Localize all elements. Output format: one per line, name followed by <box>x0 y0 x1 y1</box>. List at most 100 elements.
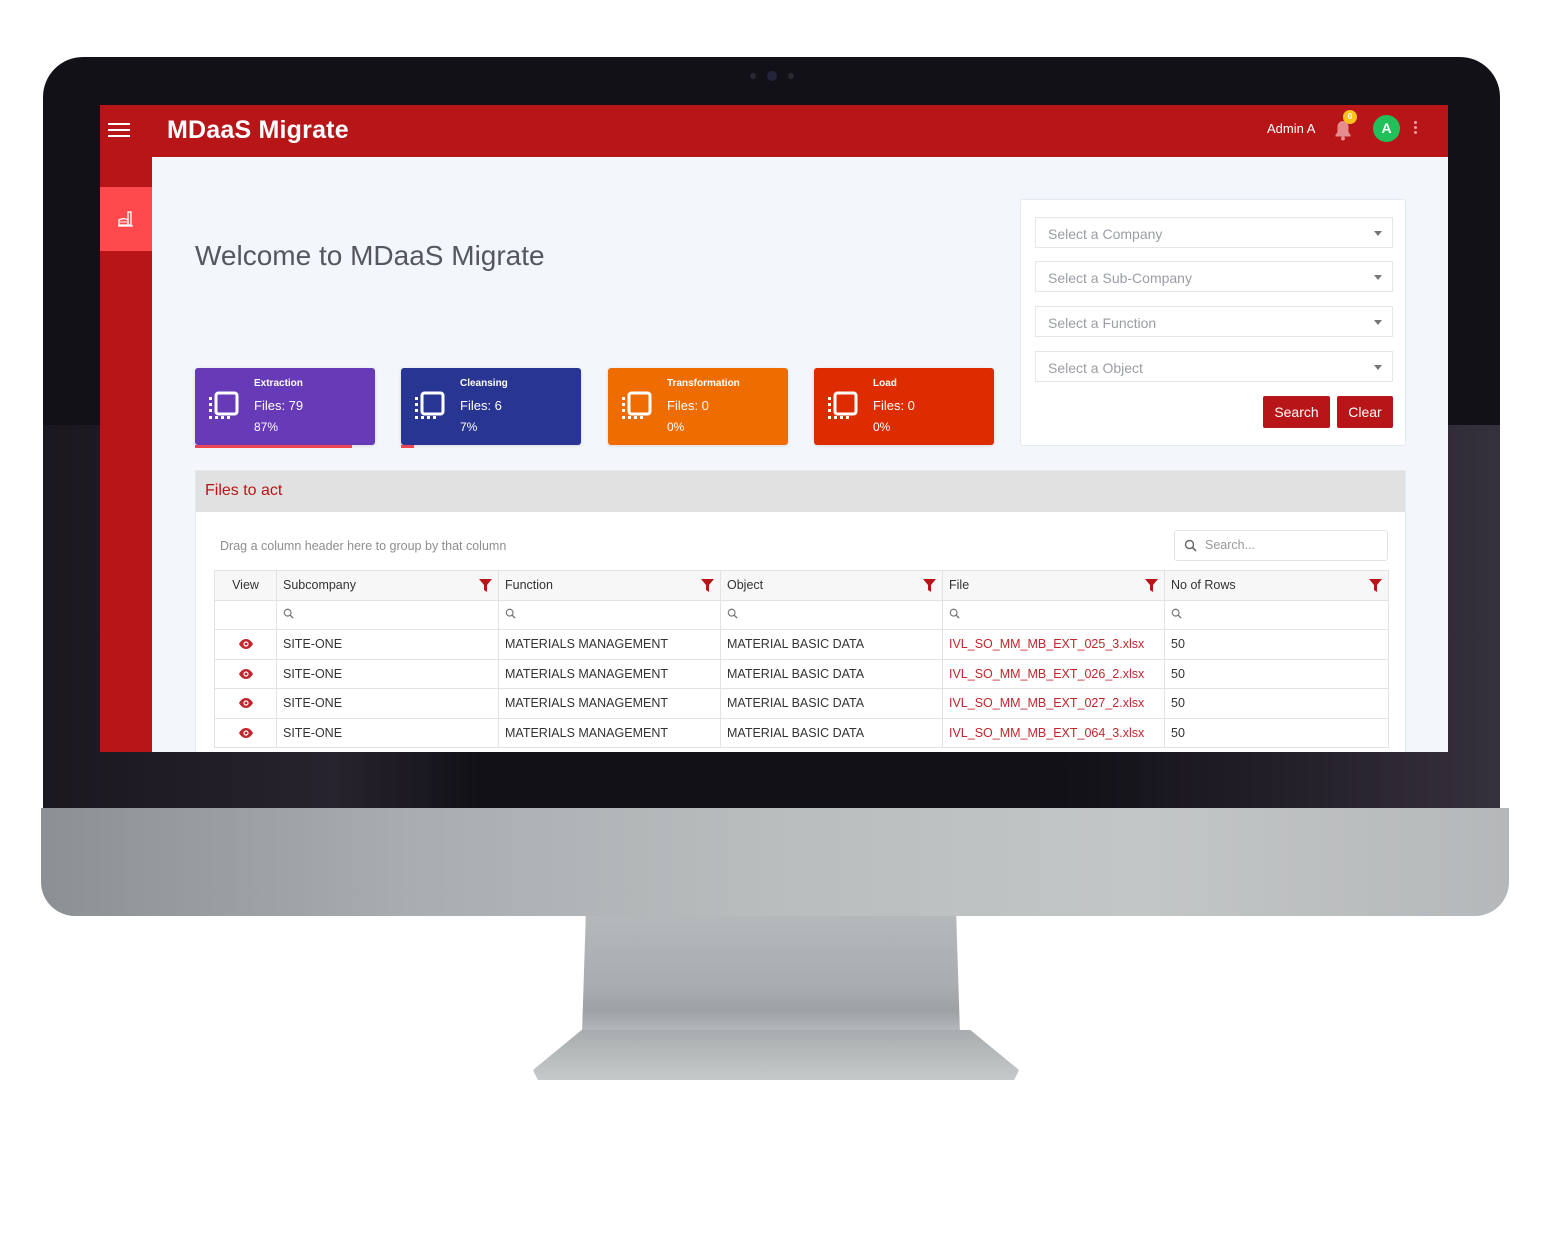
more-options-icon[interactable] <box>1412 121 1418 137</box>
subcompany-select-placeholder: Select a Sub-Company <box>1048 270 1192 286</box>
filter-panel: Select a Company Select a Sub-Company Se… <box>1020 199 1406 446</box>
files-grid: View Subcompany Function Object File No of Ro… <box>214 570 1389 748</box>
monitor-stand <box>582 916 960 1034</box>
stat-title: Cleansing <box>460 378 508 389</box>
stat-title: Transformation <box>667 378 740 389</box>
avatar[interactable]: A <box>1373 115 1400 142</box>
view-cell[interactable] <box>214 629 277 660</box>
filter-funnel-icon[interactable] <box>479 579 492 592</box>
subcompany-select[interactable]: Select a Sub-Company <box>1035 261 1393 292</box>
file-link[interactable]: IVL_SO_MM_MB_EXT_064_3.xlsx <box>949 726 1144 740</box>
file-cell[interactable]: IVL_SO_MM_MB_EXT_064_3.xlsx <box>942 717 1165 748</box>
stat-file-count: Files: 0 <box>667 398 709 413</box>
filter-funnel-icon[interactable] <box>1369 579 1382 592</box>
eye-icon[interactable] <box>238 698 253 709</box>
camera-icon <box>750 71 794 81</box>
view-cell[interactable] <box>214 658 277 689</box>
subcompany-cell: SITE-ONE <box>276 658 499 689</box>
factory-icon <box>118 211 133 227</box>
column-header-label: Function <box>505 578 553 593</box>
column-filter-input[interactable] <box>720 599 943 630</box>
grid-search-input[interactable]: Search... <box>1174 530 1388 561</box>
stat-file-count: Files: 0 <box>873 398 915 413</box>
stat-card-extraction[interactable]: Extraction Files: 79 87% <box>195 368 375 448</box>
file-cell[interactable]: IVL_SO_MM_MB_EXT_027_2.xlsx <box>942 688 1165 719</box>
app-screen: MDaaS Migrate Admin A 0 A Welcome to MDa… <box>100 105 1448 752</box>
eye-icon[interactable] <box>238 639 253 650</box>
column-filter-input[interactable] <box>276 599 499 630</box>
subcompany-cell: SITE-ONE <box>276 717 499 748</box>
files-stack-icon <box>620 390 654 424</box>
object-cell: MATERIAL BASIC DATA <box>720 717 943 748</box>
stat-file-count: Files: 6 <box>460 398 502 413</box>
column-header-label: No of Rows <box>1171 578 1236 593</box>
column-filter-input[interactable] <box>498 599 721 630</box>
stat-title: Load <box>873 378 897 389</box>
function-cell: MATERIALS MANAGEMENT <box>498 717 721 748</box>
stat-file-count: Files: 79 <box>254 398 304 413</box>
files-stack-icon <box>413 390 447 424</box>
table-row[interactable]: SITE-ONE MATERIALS MANAGEMENT MATERIAL BAS… <box>214 629 1389 660</box>
column-header-label: View <box>232 578 259 593</box>
stat-progress-bar <box>195 445 352 448</box>
table-row[interactable]: SITE-ONE MATERIALS MANAGEMENT MATERIAL BAS… <box>214 717 1389 748</box>
object-select-placeholder: Select a Object <box>1048 360 1143 376</box>
panel-title: Files to act <box>196 471 1405 512</box>
search-icon <box>1184 539 1197 552</box>
stat-card-load[interactable]: Load Files: 0 0% <box>814 368 994 445</box>
file-cell[interactable]: IVL_SO_MM_MB_EXT_026_2.xlsx <box>942 658 1165 689</box>
user-name[interactable]: Admin A <box>1267 121 1315 136</box>
group-panel-hint[interactable]: Drag a column header here to group by th… <box>220 539 506 553</box>
search-button[interactable]: Search <box>1263 396 1330 428</box>
column-filter-input[interactable] <box>1164 599 1389 630</box>
table-row[interactable]: SITE-ONE MATERIALS MANAGEMENT MATERIAL BAS… <box>214 688 1389 719</box>
column-header-function[interactable]: Function <box>498 570 721 601</box>
filter-funnel-icon[interactable] <box>923 579 936 592</box>
object-cell: MATERIAL BASIC DATA <box>720 688 943 719</box>
function-cell: MATERIALS MANAGEMENT <box>498 658 721 689</box>
filter-cell-empty <box>214 599 277 630</box>
files-stack-icon <box>207 390 241 424</box>
object-select[interactable]: Select a Object <box>1035 351 1393 382</box>
column-header-no-of-rows[interactable]: No of Rows <box>1164 570 1389 601</box>
column-header-file[interactable]: File <box>942 570 1165 601</box>
stat-percent: 7% <box>460 420 478 434</box>
eye-icon[interactable] <box>238 668 253 679</box>
filter-funnel-icon[interactable] <box>701 579 714 592</box>
eye-icon[interactable] <box>238 727 253 738</box>
file-link[interactable]: IVL_SO_MM_MB_EXT_027_2.xlsx <box>949 696 1144 710</box>
app-title: MDaaS Migrate <box>167 116 349 144</box>
column-header-label: Object <box>727 578 764 593</box>
company-select[interactable]: Select a Company <box>1035 217 1393 248</box>
view-cell[interactable] <box>214 688 277 719</box>
search-icon <box>727 608 738 619</box>
filter-funnel-icon[interactable] <box>1145 579 1158 592</box>
subcompany-cell: SITE-ONE <box>276 688 499 719</box>
stat-percent: 0% <box>667 420 685 434</box>
function-select-placeholder: Select a Function <box>1048 315 1157 331</box>
sidebar <box>100 157 152 752</box>
stat-card-transformation[interactable]: Transformation Files: 0 0% <box>608 368 788 445</box>
rows-count-cell: 50 <box>1164 658 1389 689</box>
table-row[interactable]: SITE-ONE MATERIALS MANAGEMENT MATERIAL BAS… <box>214 658 1389 689</box>
column-header-subcompany[interactable]: Subcompany <box>276 570 499 601</box>
stat-title: Extraction <box>254 378 303 389</box>
stat-card-cleansing[interactable]: Cleansing Files: 6 7% <box>401 368 581 448</box>
stat-progress-bar <box>401 445 414 448</box>
clear-button[interactable]: Clear <box>1337 396 1393 428</box>
object-cell: MATERIAL BASIC DATA <box>720 658 943 689</box>
files-to-act-panel: Files to act Drag a column header here t… <box>195 470 1406 752</box>
notification-badge: 0 <box>1343 110 1357 124</box>
file-link[interactable]: IVL_SO_MM_MB_EXT_026_2.xlsx <box>949 667 1144 681</box>
function-select[interactable]: Select a Function <box>1035 306 1393 337</box>
chevron-down-icon <box>1374 365 1382 370</box>
file-cell[interactable]: IVL_SO_MM_MB_EXT_025_3.xlsx <box>942 629 1165 660</box>
column-header-view[interactable]: View <box>214 570 277 601</box>
column-filter-input[interactable] <box>942 599 1165 630</box>
top-bar: MDaaS Migrate Admin A 0 A <box>100 105 1448 157</box>
file-link[interactable]: IVL_SO_MM_MB_EXT_025_3.xlsx <box>949 637 1144 651</box>
sidebar-item-dashboard[interactable] <box>100 187 152 251</box>
view-cell[interactable] <box>214 717 277 748</box>
hamburger-menu-icon[interactable] <box>108 123 130 139</box>
column-header-object[interactable]: Object <box>720 570 943 601</box>
